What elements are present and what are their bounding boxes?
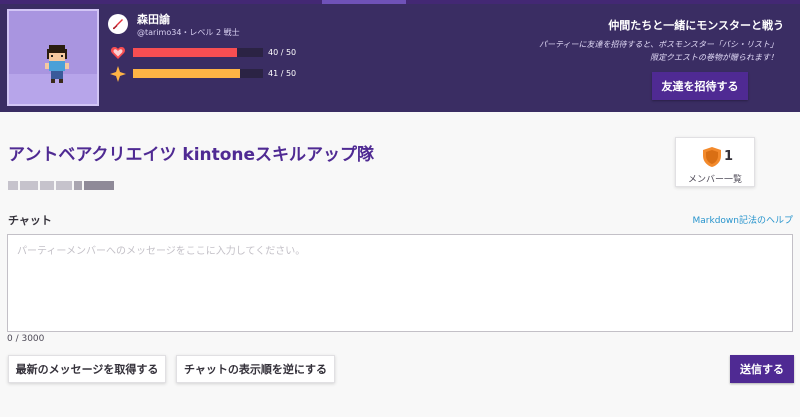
avatar-sprite <box>45 45 69 83</box>
fetch-latest-messages-button[interactable]: 最新のメッセージを取得する <box>8 355 166 383</box>
promo-text: パーティーに友達を招待すると、ボスモンスター「バシ・リスト」 限定クエストの巻物… <box>478 38 778 64</box>
promo-title: 仲間たちと一緒にモンスターと戦う <box>608 19 784 32</box>
member-count: 1 <box>724 149 734 164</box>
health-bar <box>133 48 263 57</box>
avatar[interactable] <box>7 9 99 106</box>
send-button[interactable]: 送信する <box>730 355 794 383</box>
party-title: アントベアクリエイツ kintoneスキルアップ隊 <box>8 145 375 165</box>
warrior-class-icon <box>108 14 128 34</box>
heart-icon <box>110 45 126 61</box>
experience-bar-fill <box>133 69 240 78</box>
markdown-help-link[interactable]: Markdown記法のヘルプ <box>693 213 793 226</box>
member-list-button[interactable]: 1 メンバー一覧 <box>675 137 755 187</box>
chat-message-input[interactable] <box>7 234 793 332</box>
shield-icon <box>703 147 721 167</box>
user-handle-level: @tarimo34・レベル 2 戦士 <box>137 28 240 37</box>
member-list-label: メンバー一覧 <box>687 175 742 185</box>
health-value: 40 / 50 <box>268 48 297 57</box>
experience-value: 41 / 50 <box>268 69 297 78</box>
invite-friends-button[interactable]: 友達を招待する <box>652 72 748 100</box>
promo-text-line-2: 限定クエストの巻物が贈られます！ <box>650 53 778 62</box>
reverse-chat-order-button[interactable]: チャットの表示順を逆にする <box>176 355 335 383</box>
party-description-redacted <box>8 181 120 190</box>
user-name[interactable]: 森田諭 <box>137 11 170 27</box>
character-counter: 0 / 3000 <box>7 334 45 344</box>
party-header: 森田諭 @tarimo34・レベル 2 戦士 40 / 50 41 / 50 仲… <box>0 0 800 112</box>
health-bar-fill <box>133 48 237 57</box>
star-icon <box>110 66 126 82</box>
chat-label: チャット <box>8 214 52 227</box>
header-active-indicator <box>322 0 406 4</box>
promo-text-line-1: パーティーに友達を招待すると、ボスモンスター「バシ・リスト」 <box>538 40 778 49</box>
experience-bar <box>133 69 263 78</box>
